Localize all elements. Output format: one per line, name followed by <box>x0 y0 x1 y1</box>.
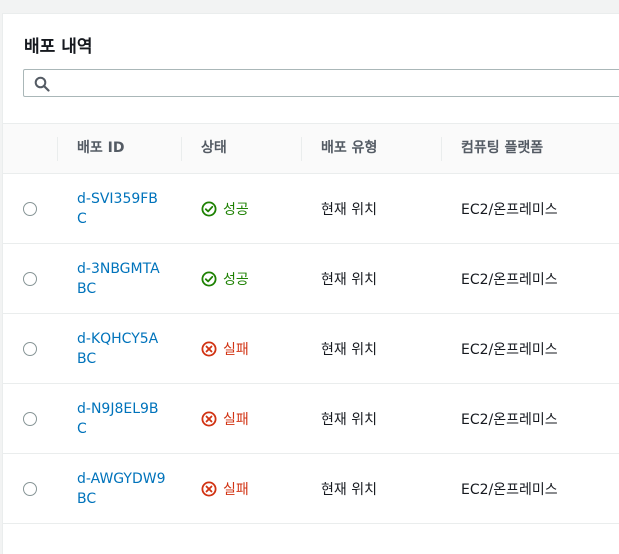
deployment-id-link[interactable]: d-3NBGMTABC <box>77 259 167 299</box>
deployment-type-cell: 현재 위치 <box>321 384 377 453</box>
row-select-cell <box>23 454 37 523</box>
x-circle-icon <box>201 411 217 426</box>
deployment-id-cell: d-SVI359FBC <box>77 174 167 243</box>
check-circle-icon <box>201 271 217 286</box>
table-row: d-KQHCY5ABC 실패 현재 위치 EC2/온프레미스 <box>3 314 619 384</box>
deployment-type-cell: 현재 위치 <box>321 314 377 383</box>
status-cell: 성공 <box>201 174 249 243</box>
search-icon <box>34 76 50 92</box>
status-label: 실패 <box>223 341 249 358</box>
table-row: d-SVI359FBC 성공 현재 위치 EC2/온프레미스 <box>3 174 619 244</box>
compute-platform-text: EC2/온프레미스 <box>461 411 558 428</box>
table-header: 배포 ID 상태 배포 유형 컴퓨팅 플랫폼 <box>3 123 619 174</box>
x-circle-icon <box>201 481 217 496</box>
deployment-id-cell: d-AWGYDW9BC <box>77 454 167 523</box>
status-cell: 성공 <box>201 244 249 313</box>
status-cell: 실패 <box>201 454 249 523</box>
deployment-id-cell: d-3NBGMTABC <box>77 244 167 313</box>
search-input[interactable] <box>58 72 619 96</box>
status-badge: 실패 <box>201 339 249 359</box>
compute-platform-cell: EC2/온프레미스 <box>461 314 558 383</box>
deployment-id-cell: d-KQHCY5ABC <box>77 314 167 383</box>
status-badge: 성공 <box>201 269 249 289</box>
row-radio[interactable] <box>23 411 37 426</box>
deployment-id-link[interactable]: d-N9J8EL9BC <box>77 399 167 439</box>
status-cell: 실패 <box>201 314 249 383</box>
status-label: 성공 <box>223 201 249 218</box>
deployment-id-link[interactable]: d-SVI359FBC <box>77 189 167 229</box>
x-circle-icon <box>201 341 217 356</box>
compute-platform-cell: EC2/온프레미스 <box>461 244 558 313</box>
compute-platform-cell: EC2/온프레미스 <box>461 174 558 243</box>
column-header-deployment-type[interactable]: 배포 유형 <box>301 124 441 173</box>
column-header-deployment-id[interactable]: 배포 ID <box>57 124 181 173</box>
row-select-cell <box>23 174 37 243</box>
search-box[interactable] <box>23 69 619 97</box>
row-radio[interactable] <box>23 341 37 356</box>
status-badge: 실패 <box>201 479 249 499</box>
row-radio[interactable] <box>23 271 37 286</box>
column-header-status[interactable]: 상태 <box>181 124 301 173</box>
compute-platform-text: EC2/온프레미스 <box>461 271 558 288</box>
deployment-id-link[interactable]: d-AWGYDW9BC <box>77 469 167 509</box>
deployment-type-cell: 현재 위치 <box>321 244 377 313</box>
deployments-table: 배포 ID 상태 배포 유형 컴퓨팅 플랫폼 d-SVI359FBC 성공 현재… <box>3 123 619 524</box>
status-label: 실패 <box>223 481 249 498</box>
table-row: d-AWGYDW9BC 실패 현재 위치 EC2/온프레미스 <box>3 454 619 524</box>
table-row: d-3NBGMTABC 성공 현재 위치 EC2/온프레미스 <box>3 244 619 314</box>
check-circle-icon <box>201 201 217 216</box>
status-cell: 실패 <box>201 384 249 453</box>
status-label: 실패 <box>223 411 249 428</box>
compute-platform-cell: EC2/온프레미스 <box>461 454 558 523</box>
compute-platform-text: EC2/온프레미스 <box>461 481 558 498</box>
deployment-type-text: 현재 위치 <box>321 341 377 358</box>
deployment-type-text: 현재 위치 <box>321 201 377 218</box>
row-select-cell <box>23 384 37 453</box>
deployment-type-text: 현재 위치 <box>321 271 377 288</box>
compute-platform-cell: EC2/온프레미스 <box>461 384 558 453</box>
compute-platform-text: EC2/온프레미스 <box>461 341 558 358</box>
deployment-type-cell: 현재 위치 <box>321 454 377 523</box>
deployment-type-text: 현재 위치 <box>321 481 377 498</box>
row-radio[interactable] <box>23 481 37 496</box>
status-badge: 성공 <box>201 199 249 219</box>
compute-platform-text: EC2/온프레미스 <box>461 201 558 218</box>
status-badge: 실패 <box>201 409 249 429</box>
row-select-cell <box>23 244 37 313</box>
status-label: 성공 <box>223 271 249 288</box>
table-row: d-N9J8EL9BC 실패 현재 위치 EC2/온프레미스 <box>3 384 619 454</box>
page-title: 배포 내역 <box>24 37 93 57</box>
row-select-cell <box>23 314 37 383</box>
deployment-type-text: 현재 위치 <box>321 411 377 428</box>
column-header-compute-platform[interactable]: 컴퓨팅 플랫폼 <box>441 124 619 173</box>
deployment-id-link[interactable]: d-KQHCY5ABC <box>77 329 167 369</box>
deployment-type-cell: 현재 위치 <box>321 174 377 243</box>
deployment-id-cell: d-N9J8EL9BC <box>77 384 167 453</box>
table-body: d-SVI359FBC 성공 현재 위치 EC2/온프레미스 d-3NBGMTA… <box>3 174 619 524</box>
row-radio[interactable] <box>23 201 37 216</box>
deployment-history-panel: 배포 내역 배포 ID 상태 배포 유형 컴퓨팅 플랫폼 d-SVI359FBC <box>2 13 619 554</box>
